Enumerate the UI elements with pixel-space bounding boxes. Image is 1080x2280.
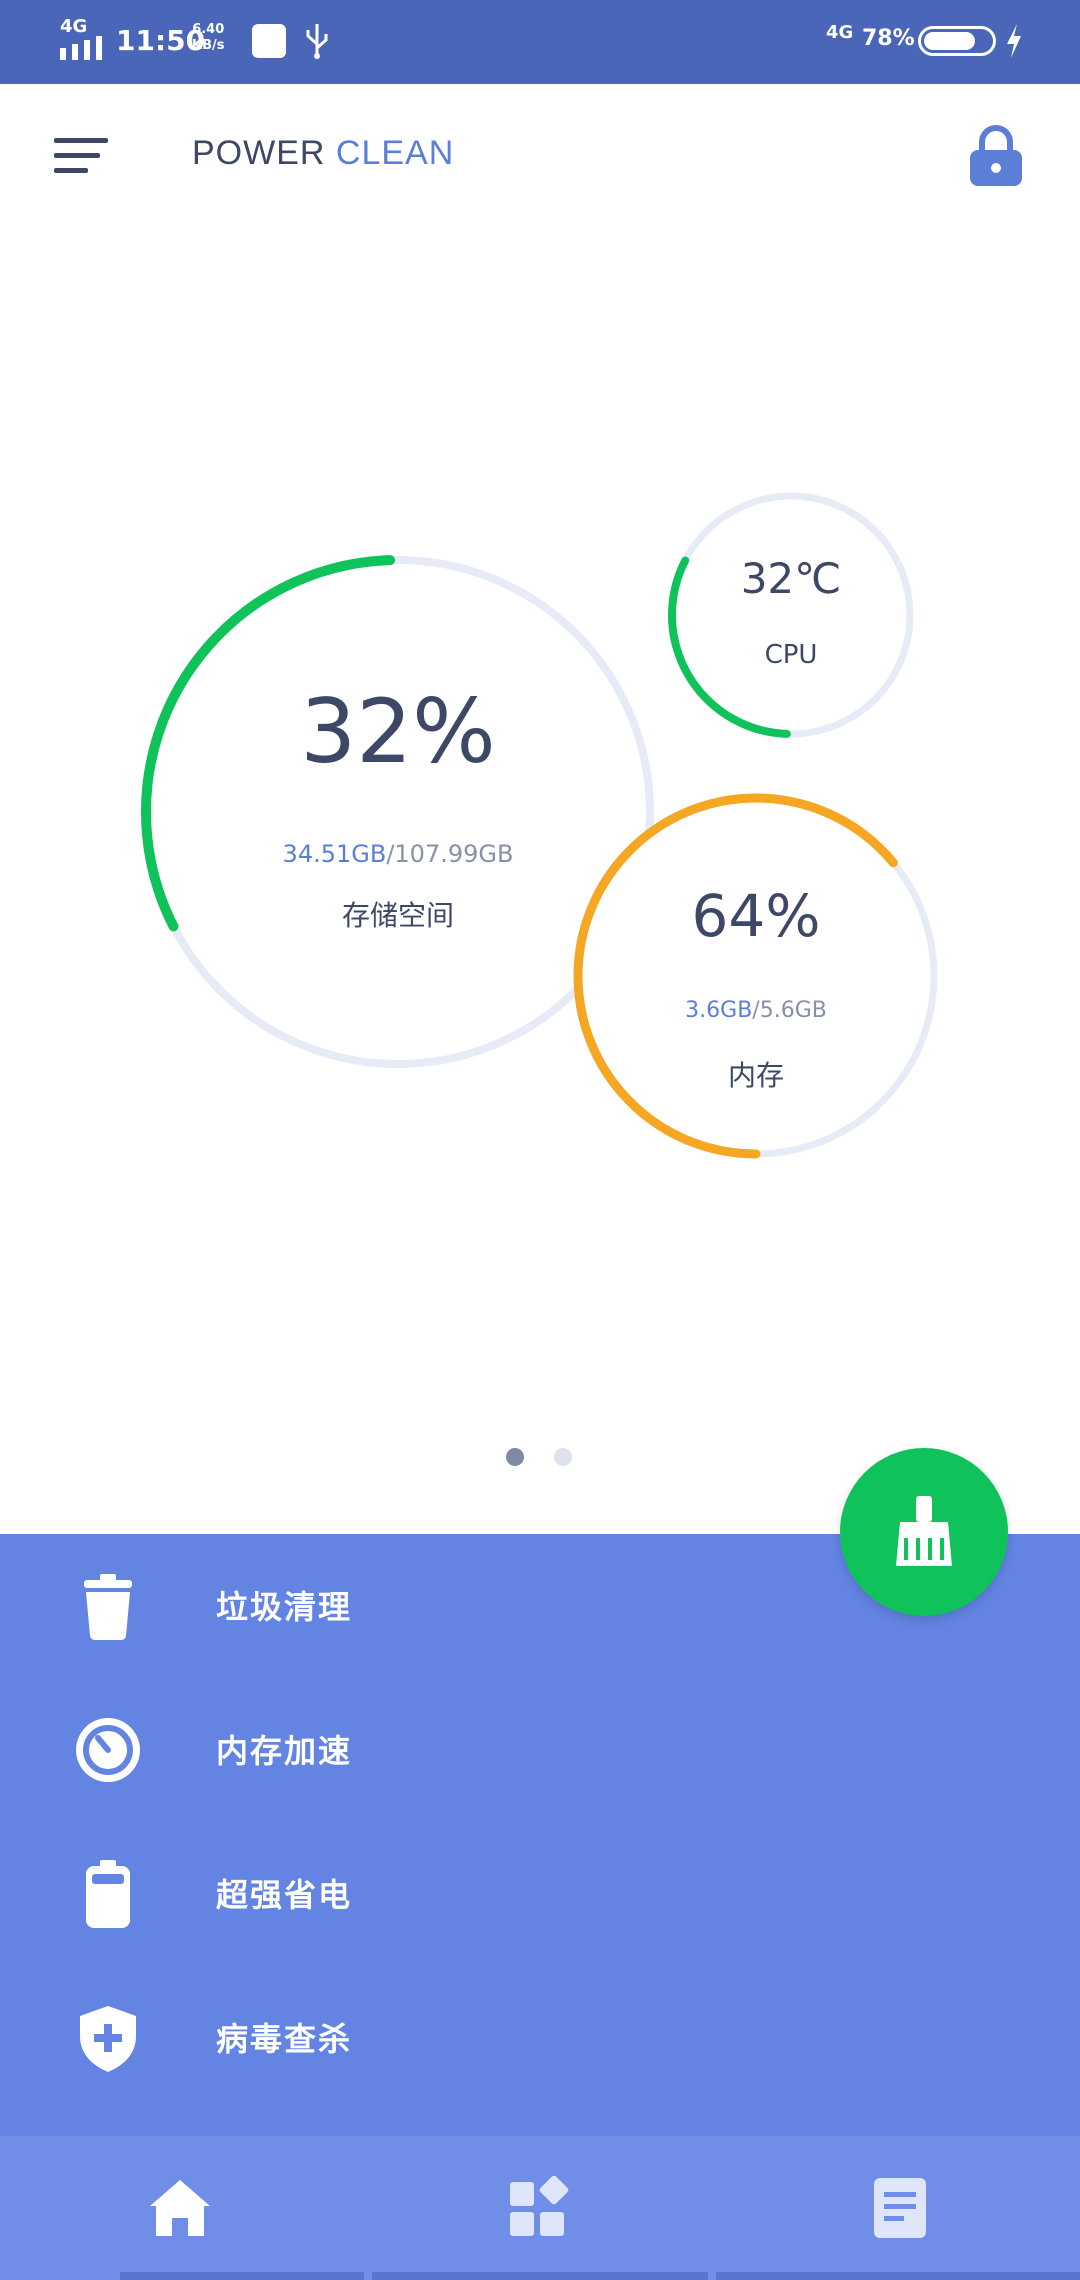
memory-gauge[interactable]: 64% 3.6GB/5.6GB 内存 bbox=[572, 792, 940, 1160]
menu-item-label: 垃圾清理 bbox=[216, 1588, 353, 1626]
app-title-power: POWER bbox=[192, 134, 326, 172]
apps-icon[interactable] bbox=[506, 2176, 570, 2240]
usb-settings-icon bbox=[252, 24, 286, 58]
nav-indicator bbox=[372, 2272, 708, 2280]
speedometer-icon bbox=[76, 1718, 140, 1782]
nav-indicator bbox=[716, 2272, 1080, 2280]
speed-value: 6.40 bbox=[192, 22, 225, 37]
storage-percent: 32% bbox=[300, 680, 496, 783]
network-speed: 6.40 KB/s bbox=[192, 22, 224, 54]
memory-label: 内存 bbox=[727, 1059, 784, 1092]
speed-unit: KB/s bbox=[192, 38, 225, 53]
memory-total: /5.6GB bbox=[752, 998, 827, 1023]
cpu-temperature: 32℃ bbox=[740, 554, 842, 603]
memory-used: 3.6GB bbox=[685, 998, 753, 1023]
shield-plus-icon bbox=[80, 2006, 136, 2072]
cpu-ring bbox=[668, 492, 914, 738]
trash-icon bbox=[84, 1574, 132, 1640]
app-title-clean: CLEAN bbox=[335, 134, 455, 172]
menu-item-label: 内存加速 bbox=[216, 1732, 353, 1770]
clean-fab-button[interactable] bbox=[840, 1448, 1008, 1616]
storage-total: /107.99GB bbox=[386, 840, 514, 868]
usb-icon bbox=[306, 24, 328, 59]
menu-item-memory-boost[interactable]: 内存加速 bbox=[0, 1678, 1080, 1822]
app-title: POWER CLEAN bbox=[192, 134, 454, 173]
nav-indicator bbox=[120, 2272, 364, 2280]
status-bar: 4G 11:50 6.40 KB/s 4G 78% bbox=[0, 0, 1080, 84]
memory-ring bbox=[573, 793, 939, 1159]
menu-item-power-saving[interactable]: 超强省电 bbox=[0, 1822, 1080, 1966]
battery-fill bbox=[924, 32, 976, 50]
cpu-gauge[interactable]: 32℃ CPU bbox=[664, 488, 918, 742]
charging-icon bbox=[1007, 24, 1021, 58]
home-icon[interactable] bbox=[148, 2176, 212, 2240]
menu-item-virus-scan[interactable]: 病毒查杀 bbox=[0, 1966, 1080, 2110]
menu-icon[interactable] bbox=[54, 136, 112, 174]
battery-icon bbox=[86, 1860, 130, 1928]
memory-percent: 64% bbox=[691, 882, 821, 950]
storage-used: 34.51GB bbox=[282, 840, 387, 868]
app-bar: POWER CLEAN bbox=[0, 84, 1080, 224]
signal-icon bbox=[60, 36, 102, 60]
pager-dot-active[interactable] bbox=[506, 1448, 524, 1466]
lock-icon[interactable] bbox=[968, 124, 1024, 188]
document-icon[interactable] bbox=[868, 2176, 932, 2240]
cpu-label: CPU bbox=[764, 640, 818, 670]
feature-panel: 垃圾清理 内存加速 超强省电 病毒查杀 bbox=[0, 1534, 1080, 2136]
battery-indicator bbox=[918, 26, 996, 56]
battery-percent: 78% bbox=[862, 26, 915, 51]
menu-item-label: 超强省电 bbox=[216, 1876, 353, 1914]
pager-dot[interactable] bbox=[554, 1448, 572, 1466]
broom-icon bbox=[896, 1496, 952, 1566]
menu-item-label: 病毒查杀 bbox=[216, 2020, 353, 2058]
network-type-right: 4G bbox=[826, 22, 854, 43]
memory-detail: 3.6GB/5.6GB bbox=[572, 998, 940, 1023]
bottom-navigation bbox=[0, 2136, 1080, 2280]
